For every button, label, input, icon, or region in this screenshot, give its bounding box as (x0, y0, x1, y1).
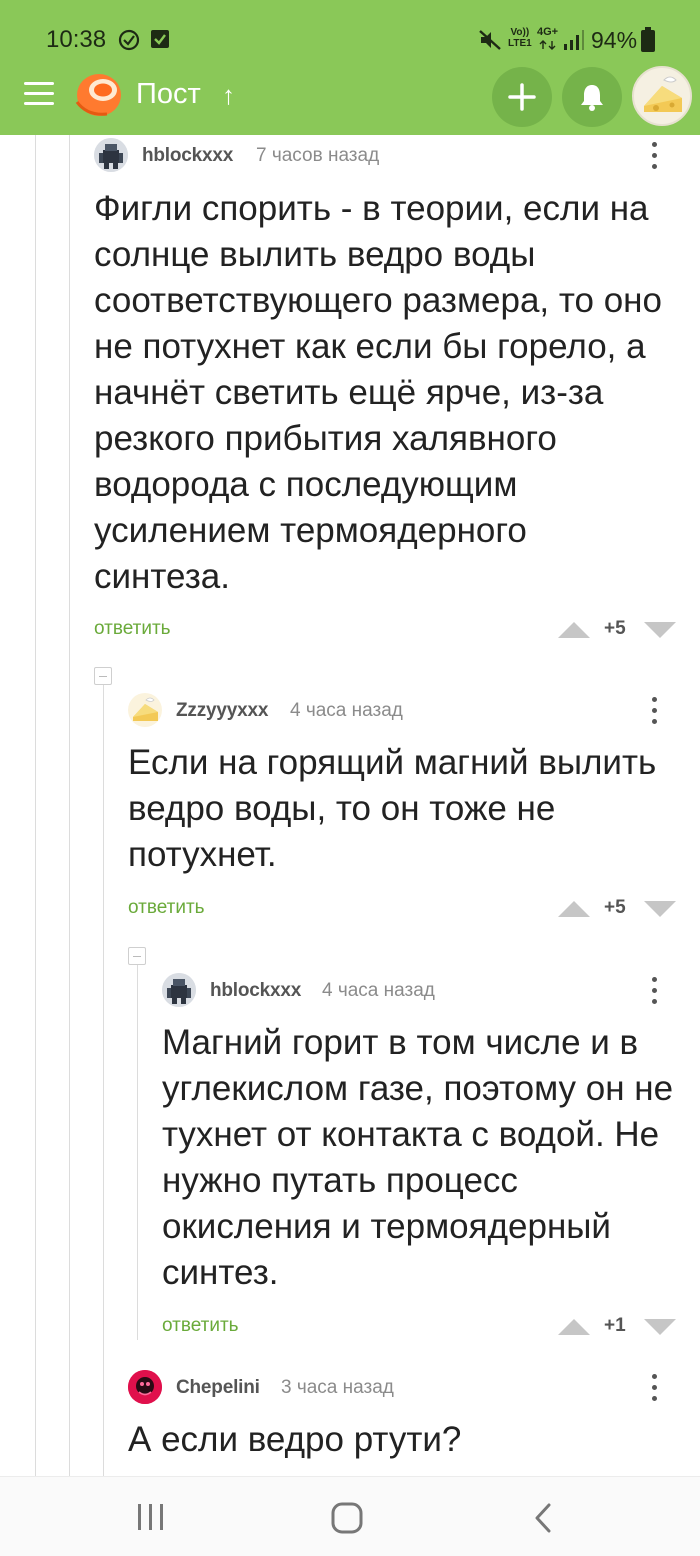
home-icon[interactable] (331, 1502, 363, 1534)
app-bar: Пост ↑ (0, 60, 700, 135)
battery-percent: 94% (591, 27, 638, 53)
volte-label: Vo)) LTE1 (508, 27, 532, 49)
comment-header: Zzzyyyxxx 4 часа назад (128, 693, 674, 727)
vote-down-icon[interactable] (644, 1319, 676, 1335)
menu-icon[interactable] (24, 82, 54, 106)
signal-icon (564, 30, 584, 50)
mute-vibrate-icon (479, 30, 501, 50)
comment-footer: ответить +5 (128, 893, 676, 923)
comment-footer: ответить +1 (162, 1311, 676, 1341)
reply-link[interactable]: ответить (162, 1315, 239, 1337)
comment-header: hblockxxx 7 часов назад (94, 138, 674, 172)
cheese-avatar-icon (133, 697, 158, 721)
user-avatar[interactable] (94, 138, 128, 172)
comment-text: Если на горящий магний вылить ведро воды… (128, 743, 657, 874)
vote-down-icon[interactable] (644, 622, 676, 638)
pikabu-logo-icon[interactable] (73, 72, 123, 118)
thread-line (137, 965, 138, 1340)
comment-username[interactable]: hblockxxx (142, 145, 233, 167)
robot-avatar-icon (94, 138, 128, 172)
collapse-thread-button[interactable] (94, 667, 112, 685)
back-icon[interactable] (533, 1502, 553, 1534)
top-bar: 10:38 Vo)) LTE1 4G+ 94% Пост ↑ (0, 0, 700, 135)
page-title: Пост (136, 78, 201, 110)
comment-username[interactable]: Chepelini (176, 1377, 260, 1399)
comment-footer: ответить +5 (94, 614, 676, 644)
thread-line (69, 135, 70, 1476)
collapse-thread-button[interactable] (128, 947, 146, 965)
checkbox-icon (151, 30, 169, 48)
scroll-up-icon[interactable]: ↑ (222, 80, 235, 111)
comment-username[interactable]: hblockxxx (210, 980, 301, 1002)
more-options-icon[interactable] (651, 977, 659, 1007)
vote-up-icon[interactable] (558, 901, 590, 917)
reply-link[interactable]: ответить (94, 618, 171, 640)
status-time: 10:38 (46, 26, 107, 53)
comment-username[interactable]: Zzzyyyxxx (176, 700, 268, 722)
comment-time: 7 часов назад (256, 145, 380, 166)
comment-score: +1 (604, 1315, 626, 1336)
add-post-button[interactable] (492, 67, 552, 127)
vote-up-icon[interactable] (558, 622, 590, 638)
comment: Zzzyyyxxx 4 часа назад Если на горящий м… (128, 693, 676, 933)
comment-text: Магний горит в том числе и в углекислом … (162, 1023, 674, 1292)
vote-up-icon[interactable] (558, 1319, 590, 1335)
plus-icon (508, 83, 536, 111)
system-nav-bar (0, 1476, 700, 1556)
profile-avatar[interactable] (632, 66, 692, 126)
comment: Chepelini 3 часа назад А если ведро ртут… (128, 1370, 674, 1470)
more-options-icon[interactable] (651, 142, 659, 172)
more-options-icon[interactable] (651, 1374, 659, 1404)
bell-icon (581, 85, 603, 111)
comment-header: Chepelini 3 часа назад (128, 1370, 674, 1404)
comment-time: 4 часа назад (322, 980, 435, 1001)
notifications-button[interactable] (562, 67, 622, 127)
user-avatar[interactable] (162, 973, 196, 1007)
thread-line (103, 685, 104, 1476)
network-gen: 4G+ (537, 26, 559, 38)
vote-down-icon[interactable] (644, 901, 676, 917)
sync-icon (118, 29, 140, 51)
data-arrows-icon (539, 40, 556, 50)
robot-avatar-icon (162, 973, 196, 1007)
comment-score: +5 (604, 897, 626, 918)
pink-avatar-icon (128, 1370, 162, 1404)
comment-score: +5 (604, 618, 626, 639)
reply-link[interactable]: ответить (128, 897, 205, 919)
user-avatar[interactable] (128, 1370, 162, 1404)
comment-time: 3 часа назад (281, 1377, 394, 1398)
comment: hblockxxx 7 часов назад Фигли спорить - … (94, 138, 676, 658)
comment-time: 4 часа назад (290, 700, 403, 721)
comment-header: hblockxxx 4 часа назад (162, 973, 674, 1007)
comment-text: Фигли спорить - в теории, если на солнце… (94, 189, 662, 596)
more-options-icon[interactable] (651, 697, 659, 727)
comment: hblockxxx 4 часа назад Магний горит в то… (162, 973, 676, 1353)
user-avatar[interactable] (128, 693, 162, 727)
battery-icon (641, 27, 655, 52)
cheese-avatar-icon (644, 76, 682, 112)
recents-icon[interactable] (136, 1503, 166, 1531)
comment-text: А если ведро ртути? (128, 1420, 462, 1459)
thread-line (35, 135, 36, 1476)
